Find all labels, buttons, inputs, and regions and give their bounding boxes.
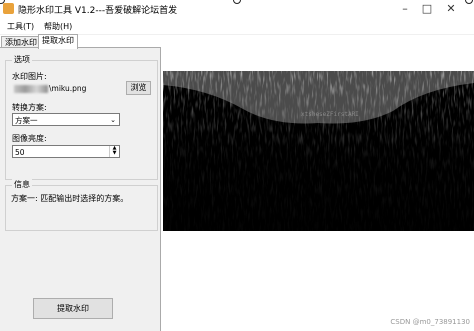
noise-texture: [163, 71, 474, 231]
chevron-down-icon: ⌄: [110, 116, 116, 124]
info-text: 方案一: 匹配输出时选择的方案。: [11, 194, 129, 203]
method-select-value: 方案一: [15, 116, 38, 125]
info-group-title: 信息: [12, 179, 32, 190]
maximize-button[interactable]: □: [420, 2, 434, 16]
footer-credit: CSDN @m0_73891130: [390, 318, 470, 326]
preview-image: xtsheseZFirstARI: [163, 71, 474, 231]
menu-tools[interactable]: 工具(T): [7, 21, 34, 32]
spin-down-icon[interactable]: ▼: [110, 151, 119, 156]
method-select[interactable]: 方案一 ⌄: [12, 113, 120, 126]
brightness-label: 图像亮度:: [12, 134, 47, 143]
options-panel: 选项 水印图片: \miku.png 浏览 转换方案: 方案一 ⌄ 图像亮度: …: [0, 47, 161, 331]
tab-strip: 添加水印 提取水印: [0, 34, 160, 49]
redacted-path: [14, 85, 48, 93]
options-group-title: 选项: [12, 54, 32, 65]
options-group: 选项 水印图片: \miku.png 浏览 转换方案: 方案一 ⌄ 图像亮度: …: [5, 54, 158, 180]
tab-extract-watermark[interactable]: 提取水印: [38, 34, 78, 49]
spin-buttons[interactable]: ▲ ▼: [109, 146, 119, 157]
extracted-watermark-text: xtsheseZFirstARI: [301, 111, 359, 118]
menu-bar: 工具(T) 帮助(H): [0, 18, 474, 35]
image-path-field[interactable]: \miku.png: [12, 82, 123, 95]
info-group: 信息 方案一: 匹配输出时选择的方案。: [5, 179, 158, 231]
close-button[interactable]: ✕: [444, 2, 458, 16]
minimize-button[interactable]: –: [398, 2, 412, 16]
method-label: 转换方案:: [12, 103, 47, 112]
window-title: 隐形水印工具 V1.2---吾爱破解论坛首发: [18, 6, 178, 16]
browse-button[interactable]: 浏览: [126, 81, 151, 95]
image-label: 水印图片:: [12, 72, 47, 81]
image-path-text: \miku.png: [49, 84, 87, 93]
brightness-value: 50: [15, 148, 25, 157]
extract-watermark-button[interactable]: 提取水印: [33, 298, 113, 319]
menu-help[interactable]: 帮助(H): [44, 21, 72, 32]
brightness-spinbox[interactable]: 50 ▲ ▼: [12, 145, 120, 158]
app-icon: [3, 3, 14, 14]
